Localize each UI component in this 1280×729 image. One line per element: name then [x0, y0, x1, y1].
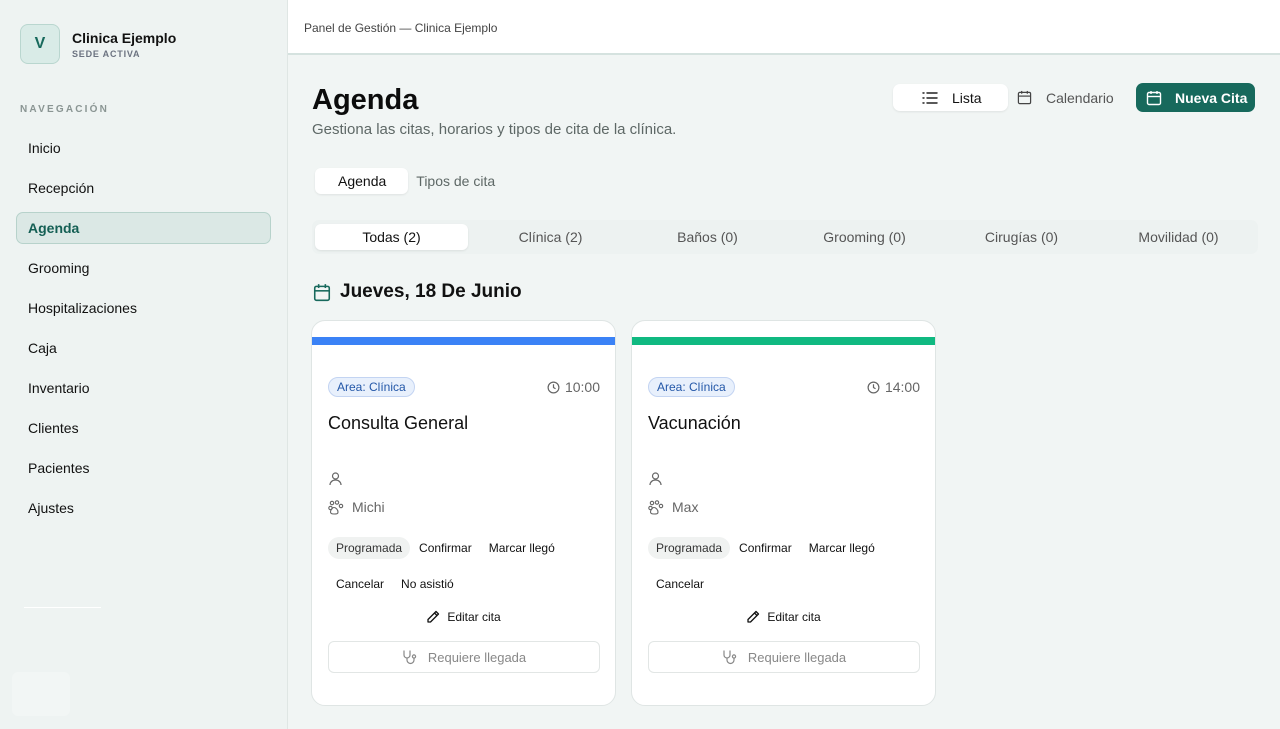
confirm-button[interactable]: Confirmar: [411, 537, 480, 559]
sidebar-item-caja[interactable]: Caja: [16, 332, 271, 364]
requires-arrival-button: Requiere llegada: [648, 641, 920, 673]
clock-icon: [867, 381, 880, 393]
area-badge: Area: Clínica: [648, 377, 735, 397]
nav-heading: NAVEGACIÓN: [20, 104, 110, 115]
mark-arrived-button[interactable]: Marcar llegó: [801, 537, 883, 559]
requires-arrival-button: Requiere llegada: [328, 641, 600, 673]
filter-clinica[interactable]: Clínica (2): [472, 224, 629, 250]
stethoscope-icon: [723, 649, 737, 664]
filter-grooming[interactable]: Grooming (0): [786, 224, 943, 250]
stethoscope-icon: [403, 649, 417, 664]
list-icon: [922, 91, 938, 104]
edit-appointment-button[interactable]: Editar cita: [632, 610, 935, 624]
sidebar-footer-placeholder: [12, 672, 70, 716]
appointment-time: 10:00: [547, 379, 600, 395]
brand-name: Clinica Ejemplo: [72, 29, 177, 46]
sidebar-item-clientes[interactable]: Clientes: [16, 412, 271, 444]
calendar-icon: [313, 283, 331, 301]
topbar: Panel de Gestión — Clinica Ejemplo: [288, 0, 1280, 55]
owner-row: [649, 472, 662, 486]
view-calendar-label: Calendario: [1046, 89, 1114, 106]
paw-icon: [648, 499, 664, 515]
appointment-card: Area: Clínica 10:00 Consulta General Mic…: [311, 320, 616, 706]
appointment-time-label: 14:00: [884, 379, 920, 395]
view-calendar-button[interactable]: Calendario: [1008, 84, 1128, 111]
pet-name: Michi: [352, 499, 385, 515]
calendar-icon: [1146, 90, 1162, 105]
new-appointment-button[interactable]: Nueva Cita: [1136, 83, 1255, 112]
view-list-label: Lista: [952, 89, 982, 106]
view-toggle: Lista Calendario: [893, 84, 1128, 111]
pet-row: Michi: [328, 499, 385, 515]
card-color-stripe: [632, 337, 935, 345]
date-heading-label: Jueves, 18 De Junio: [340, 281, 522, 302]
pencil-icon: [427, 610, 440, 623]
sidebar-divider: [24, 607, 101, 608]
calendar-icon: [1017, 90, 1032, 105]
edit-appointment-label: Editar cita: [447, 610, 501, 624]
filter-todas[interactable]: Todas (2): [315, 224, 468, 250]
sidebar: V Clinica Ejemplo SEDE ACTIVA NAVEGACIÓN…: [0, 0, 288, 729]
sidebar-item-inventario[interactable]: Inventario: [16, 372, 271, 404]
status-badge: Programada: [328, 537, 411, 559]
cancel-button[interactable]: Cancelar: [648, 573, 712, 595]
brand-avatar: V: [20, 24, 60, 64]
pet-row: Max: [648, 499, 698, 515]
requires-arrival-label: Requiere llegada: [427, 649, 527, 665]
appointment-title: Vacunación: [648, 413, 741, 433]
appointment-title: Consulta General: [328, 413, 469, 433]
confirm-button[interactable]: Confirmar: [731, 537, 800, 559]
tab-agenda[interactable]: Agenda: [315, 168, 409, 194]
area-badge: Area: Clínica: [328, 377, 415, 397]
filter-cirugias[interactable]: Cirugías (0): [943, 224, 1100, 250]
status-badge: Programada: [648, 537, 731, 559]
requires-arrival-label: Requiere llegada: [747, 649, 847, 665]
sidebar-item-agenda[interactable]: Agenda: [16, 212, 271, 244]
edit-appointment-button[interactable]: Editar cita: [312, 610, 615, 624]
brand: V Clinica Ejemplo SEDE ACTIVA: [20, 24, 176, 64]
brand-subtitle: SEDE ACTIVA: [72, 48, 141, 59]
appointment-card: Area: Clínica 14:00 Vacunación Max Progr…: [631, 320, 936, 706]
main-tabs: Agenda Tipos de cita: [312, 166, 517, 196]
appointment-actions: Programada Confirmar Marcar llegó Cancel…: [648, 537, 928, 609]
page-subtitle: Gestiona las citas, horarios y tipos de …: [312, 121, 677, 138]
user-icon: [329, 472, 342, 486]
appointment-actions: Programada Confirmar Marcar llegó Cancel…: [328, 537, 608, 609]
filter-movilidad[interactable]: Movilidad (0): [1100, 224, 1257, 250]
sidebar-nav: Inicio Recepción Agenda Grooming Hospita…: [16, 132, 271, 532]
sidebar-item-hospitalizaciones[interactable]: Hospitalizaciones: [16, 292, 271, 324]
pencil-icon: [747, 610, 760, 623]
owner-row: [329, 472, 342, 486]
tab-tipos-de-cita[interactable]: Tipos de cita: [408, 168, 517, 194]
cancel-button[interactable]: Cancelar: [328, 573, 392, 595]
area-filter-bar: Todas (2) Clínica (2) Baños (0) Grooming…: [312, 220, 1258, 254]
date-heading: Jueves, 18 De Junio: [313, 281, 522, 303]
topbar-title: Panel de Gestión — Clinica Ejemplo: [304, 21, 498, 35]
filter-banos[interactable]: Baños (0): [629, 224, 786, 250]
appointment-time: 14:00: [867, 379, 920, 395]
view-list-button[interactable]: Lista: [893, 84, 1008, 111]
clock-icon: [547, 381, 560, 393]
pet-name: Max: [672, 499, 699, 515]
card-color-stripe: [312, 337, 615, 345]
sidebar-item-recepcion[interactable]: Recepción: [16, 172, 271, 204]
sidebar-item-grooming[interactable]: Grooming: [16, 252, 271, 284]
sidebar-item-ajustes[interactable]: Ajustes: [16, 492, 271, 524]
user-icon: [649, 472, 662, 486]
appointment-time-label: 10:00: [564, 379, 600, 395]
sidebar-item-inicio[interactable]: Inicio: [16, 132, 271, 164]
paw-icon: [328, 499, 344, 515]
sidebar-item-pacientes[interactable]: Pacientes: [16, 452, 271, 484]
new-appointment-label: Nueva Cita: [1175, 89, 1248, 106]
page-title: Agenda: [312, 84, 419, 116]
no-show-button[interactable]: No asistió: [393, 573, 462, 595]
edit-appointment-label: Editar cita: [767, 610, 821, 624]
mark-arrived-button[interactable]: Marcar llegó: [481, 537, 563, 559]
